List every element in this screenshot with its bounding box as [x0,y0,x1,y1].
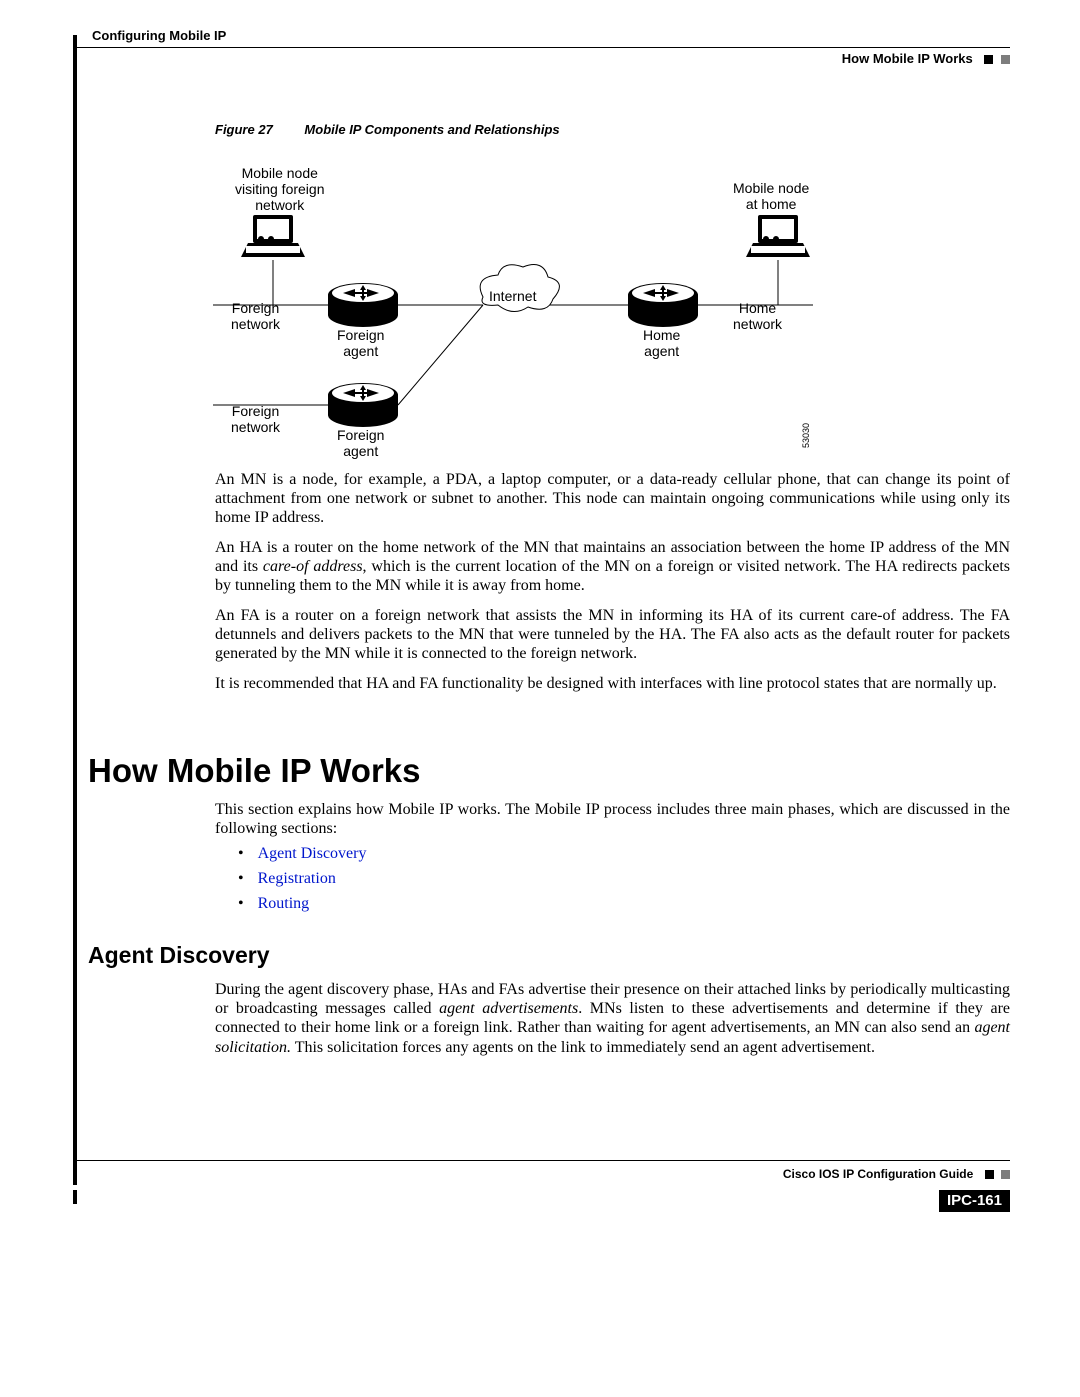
figure-caption: Figure 27 Mobile IP Components and Relat… [215,122,560,137]
figure-diagram: Mobile nodevisiting foreignnetwork Mobil… [213,160,813,460]
footer-vertical-rule [73,1190,77,1204]
heading-how-mobile-ip-works: How Mobile IP Works [88,752,421,790]
page-number: IPC-161 [939,1190,1010,1212]
link-registration[interactable]: Registration [258,870,336,888]
paragraph-2: An HA is a router on the home network of… [215,538,1010,596]
figure-id: 53030 [801,423,811,448]
discovery-e: This solicitation forces any agents on t… [291,1039,875,1056]
heading-agent-discovery: Agent Discovery [88,942,270,969]
discovery-b-italic: agent advertisements [439,1000,578,1017]
diagram-label-internet: Internet [489,288,536,304]
running-head-rule-vertical [73,35,77,1185]
running-head-rule-horizontal [73,47,1010,48]
bullet-agent-discovery: • Agent Discovery [238,845,1008,863]
diagram-label-foreign-agent2: Foreignagent [337,427,384,459]
footer-guide-text: Cisco IOS IP Configuration Guide [783,1167,973,1181]
diagram-label-foreign-agent1: Foreignagent [337,327,384,359]
footer-square-icon [985,1170,994,1179]
link-routing[interactable]: Routing [258,895,310,913]
diagram-label-home-net: Homenetwork [733,300,782,332]
intro-paragraph: This section explains how Mobile IP work… [215,800,1010,838]
diagram-label-mn-foreign: Mobile nodevisiting foreignnetwork [235,165,325,213]
agent-discovery-paragraph: During the agent discovery phase, HAs an… [215,980,1010,1057]
diagram-label-foreign-net1: Foreignnetwork [231,300,280,332]
figure-number: Figure 27 [215,122,273,137]
running-head-chapter: Configuring Mobile IP [92,28,226,43]
header-square-icon-2 [1001,55,1010,64]
paragraph-2b-italic: care-of address [263,558,363,575]
bullet-routing: • Routing [238,895,1008,913]
header-square-icon [984,55,993,64]
figure-title: Mobile IP Components and Relationships [304,122,559,137]
link-agent-discovery[interactable]: Agent Discovery [258,845,367,863]
bullet-registration: • Registration [238,870,1008,888]
paragraph-4: It is recommended that HA and FA functio… [215,674,1010,693]
running-head-section-text: How Mobile IP Works [842,51,973,66]
diagram-label-foreign-net2: Foreignnetwork [231,403,280,435]
bullet-dot-icon: • [238,845,244,863]
diagram-label-mn-home: Mobile nodeat home [733,180,809,212]
bullet-dot-icon: • [238,870,244,888]
footer-guide: Cisco IOS IP Configuration Guide [783,1167,1010,1181]
paragraph-3: An FA is a router on a foreign network t… [215,606,1010,664]
section-bullet-list: • Agent Discovery • Registration • Routi… [238,845,1008,920]
footer-square-icon-2 [1001,1170,1010,1179]
diagram-label-home-agent: Homeagent [643,327,680,359]
paragraph-1: An MN is a node, for example, a PDA, a l… [215,470,1010,528]
footer-rule [73,1160,1010,1161]
running-head-section: How Mobile IP Works [842,51,1010,66]
bullet-dot-icon: • [238,895,244,913]
